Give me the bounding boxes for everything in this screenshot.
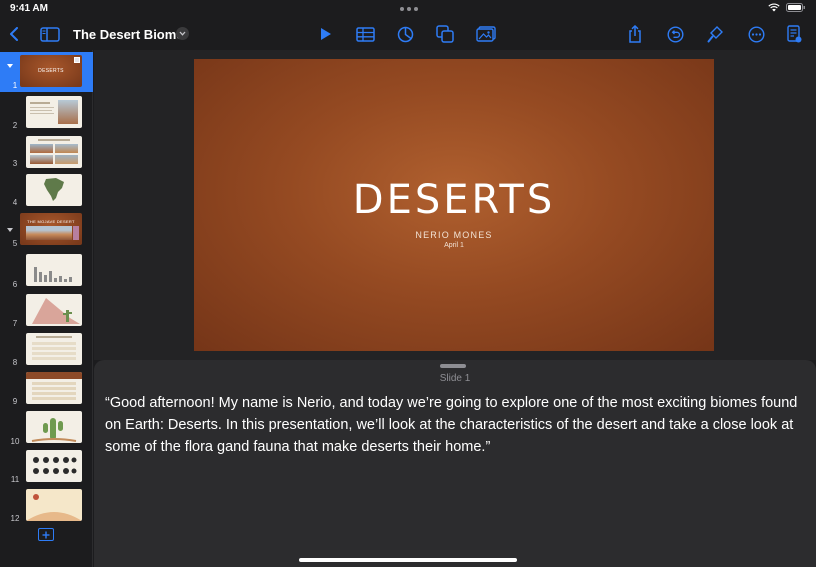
slide-preview (26, 450, 82, 482)
toolbar: The Desert Biome (0, 18, 816, 50)
slide-number: 12 (10, 514, 20, 523)
presenter-notes-panel: Slide 1 “Good afternoon! My name is Neri… (94, 360, 816, 567)
status-time: 9:41 AM (10, 3, 48, 14)
multitasking-dots-icon[interactable] (400, 7, 418, 11)
slide-number: 6 (12, 280, 18, 289)
slide-preview (26, 96, 82, 128)
slide-preview (26, 411, 82, 443)
home-indicator[interactable] (299, 558, 517, 562)
slide-thumbnail-11[interactable]: 11 (0, 448, 93, 486)
slide-thumbnail-1[interactable]: 1 DESERTS (0, 52, 93, 92)
presenter-notes-text[interactable]: “Good afternoon! My name is Nerio, and t… (105, 392, 805, 458)
checkbox-icon (74, 57, 80, 63)
media-icon[interactable] (474, 22, 498, 46)
drag-handle[interactable] (440, 364, 466, 368)
slide-number: 2 (12, 121, 18, 130)
slide-number: 11 (10, 475, 20, 484)
status-bar: 9:41 AM (0, 0, 816, 18)
disclosure-triangle-icon[interactable] (7, 228, 13, 232)
slide-number: 8 (12, 358, 18, 367)
slide-thumbnail-8[interactable]: 8 (0, 331, 93, 369)
slide-preview: DESERTS (20, 55, 82, 87)
sidebar-toggle-icon[interactable] (38, 22, 62, 46)
slide-thumbnail-3[interactable]: 3 (0, 134, 93, 172)
slide-preview (26, 294, 82, 326)
format-brush-icon[interactable] (703, 22, 727, 46)
slide-number: 7 (12, 319, 18, 328)
slide-thumbnail-10[interactable]: 10 (0, 409, 93, 447)
chart-icon[interactable] (393, 22, 417, 46)
status-indicators (768, 3, 806, 12)
current-slide[interactable]: DESERTS NERIO MONES April 1 (194, 59, 714, 351)
notes-slide-label: Slide 1 (439, 373, 471, 384)
thumb-title: THE MOJAVE DESERT (27, 219, 75, 224)
slide-thumbnail-2[interactable]: 2 (0, 94, 93, 132)
table-icon[interactable] (353, 22, 377, 46)
disclosure-triangle-icon[interactable] (7, 64, 13, 68)
play-icon[interactable] (314, 22, 338, 46)
slide-number: 10 (10, 437, 20, 446)
undo-icon[interactable] (663, 22, 687, 46)
slide-thumbnail-12[interactable]: 12 (0, 487, 93, 525)
slide-thumbnail-7[interactable]: 7 (0, 292, 93, 330)
slide-thumbnail-9[interactable]: 9 (0, 370, 93, 408)
wifi-icon (768, 3, 780, 12)
back-icon[interactable] (2, 22, 26, 46)
slide-subtitle[interactable]: NERIO MONES (194, 230, 714, 240)
slide-preview (26, 174, 82, 206)
slide-preview (26, 372, 82, 404)
add-slide-button[interactable] (38, 528, 54, 541)
chevron-down-icon[interactable] (176, 27, 189, 40)
battery-icon (786, 3, 805, 12)
shapes-icon[interactable] (433, 22, 457, 46)
slide-thumbnail-6[interactable]: 6 (0, 252, 93, 290)
document-icon[interactable] (782, 22, 806, 46)
slide-preview (26, 136, 82, 168)
slide-number: 3 (12, 159, 18, 168)
document-title[interactable]: The Desert Biome (73, 27, 184, 42)
slide-preview (26, 254, 82, 286)
slide-date[interactable]: April 1 (194, 242, 714, 249)
slide-thumbnail-5[interactable]: 5 THE MOJAVE DESERT (0, 210, 93, 250)
slide-title[interactable]: DESERTS (194, 177, 714, 223)
slide-navigator[interactable]: 1 DESERTS 2 3 4 5 THE MOJAVE DESERT 6 7 … (0, 50, 93, 567)
slide-number: 9 (12, 397, 18, 406)
slide-preview (26, 333, 82, 365)
slide-preview: THE MOJAVE DESERT (20, 213, 82, 245)
slide-canvas[interactable]: DESERTS NERIO MONES April 1 (94, 50, 816, 360)
slide-thumbnail-4[interactable]: 4 (0, 172, 93, 210)
thumb-title: DESERTS (38, 68, 64, 74)
slide-preview (26, 489, 82, 521)
share-icon[interactable] (623, 22, 647, 46)
slide-number: 4 (12, 198, 18, 207)
more-icon[interactable] (744, 22, 768, 46)
